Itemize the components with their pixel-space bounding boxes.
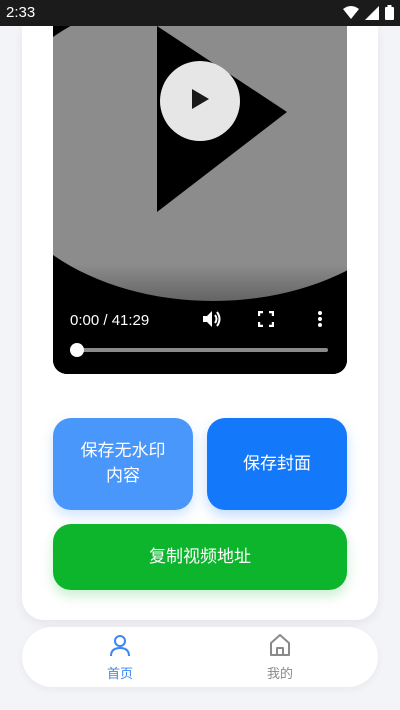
progress-track[interactable]: [76, 348, 328, 352]
status-time: 2:33: [6, 4, 36, 21]
fullscreen-icon: [257, 310, 275, 331]
wifi-icon: [343, 5, 359, 24]
user-icon: [108, 633, 132, 657]
signal-icon: [365, 5, 379, 24]
status-icons: [343, 5, 394, 24]
battery-icon: [385, 5, 394, 24]
video-time: 0:00 / 41:29: [70, 312, 150, 329]
volume-button[interactable]: [201, 310, 223, 332]
status-bar: 2:33: [0, 0, 400, 26]
save-without-watermark-label: 保存无水印内容: [80, 441, 166, 486]
save-without-watermark-button[interactable]: 保存无水印内容: [53, 418, 193, 510]
play-icon: [189, 87, 211, 115]
save-cover-button[interactable]: 保存封面: [207, 418, 347, 510]
home-icon: [268, 633, 292, 657]
tab-home[interactable]: 首页: [80, 627, 160, 687]
more-vert-icon: [317, 310, 323, 332]
fullscreen-button[interactable]: [255, 310, 277, 332]
bottom-tab-bar: 首页 我的: [22, 627, 378, 687]
save-cover-label: 保存封面: [243, 453, 311, 474]
volume-icon: [202, 310, 222, 332]
play-button[interactable]: [160, 61, 240, 141]
copy-video-url-label: 复制视频地址: [149, 546, 251, 567]
more-options-button[interactable]: [309, 310, 331, 332]
progress-thumb[interactable]: [70, 343, 84, 357]
tab-home-label: 首页: [106, 667, 133, 682]
tab-mine-label: 我的: [266, 667, 293, 682]
video-player[interactable]: 0:00 / 41:29: [53, 26, 347, 374]
tab-mine[interactable]: 我的: [240, 627, 320, 687]
copy-video-url-button[interactable]: 复制视频地址: [53, 524, 347, 590]
